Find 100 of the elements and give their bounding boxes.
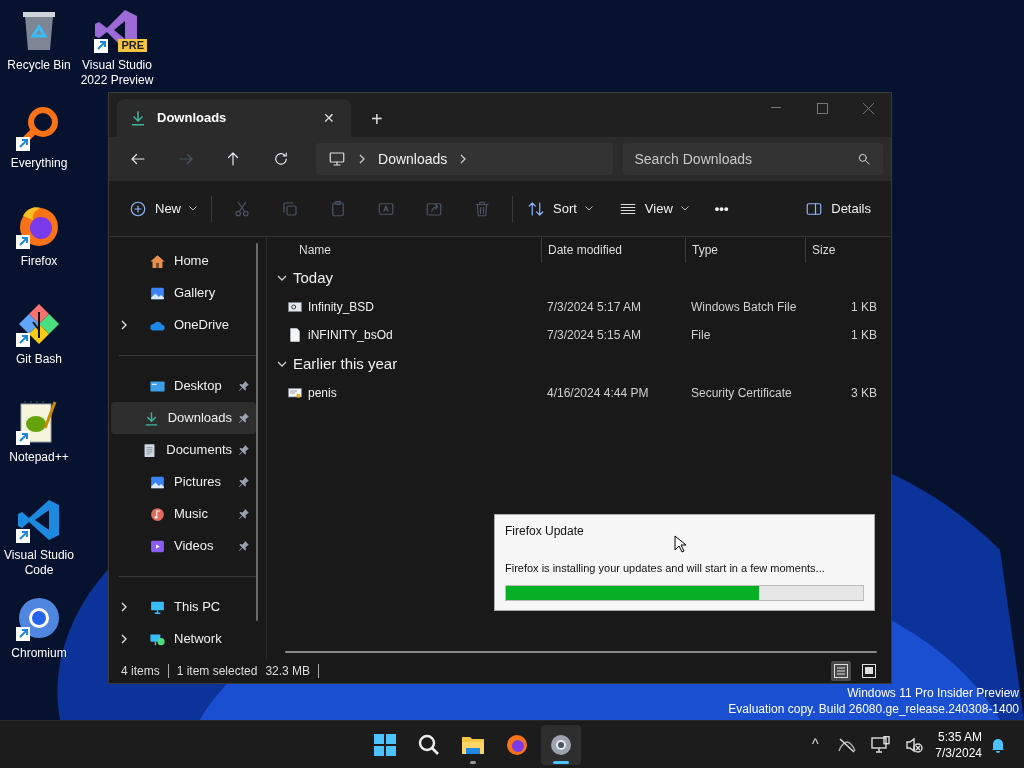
new-tab-button[interactable]: + — [367, 109, 387, 129]
music-note-icon — [149, 505, 166, 523]
desktop-icon-label[interactable]: Visual Studio 2022 Preview — [78, 58, 156, 88]
sidebar-item[interactable]: OneDrive — [111, 309, 256, 341]
desktop-icon-label[interactable]: Git Bash — [16, 352, 62, 367]
tab[interactable]: Downloads ✕ — [117, 99, 351, 137]
sidebar-item[interactable]: Desktop — [111, 370, 256, 402]
list-view-icon — [834, 664, 848, 678]
table-cell-text: 3 KB — [850, 385, 878, 402]
desktop-icon-label[interactable]: Firefox — [20, 254, 58, 269]
table-cell-text: 4/16/2024 4:44 PM — [546, 385, 650, 402]
sidebar-item[interactable]: Home — [111, 245, 256, 277]
sidebar-item[interactable]: This PC — [111, 591, 256, 623]
gear-file-icon — [287, 299, 303, 315]
sort-arrows-icon — [527, 199, 545, 218]
scissors-icon — [233, 199, 251, 218]
download-icon — [129, 109, 147, 127]
file-name: penis — [308, 385, 337, 402]
file-row[interactable]: penis 4/16/2024 4:44 PM Security Certificate 3 KB — [273, 379, 891, 407]
group-label: Earlier this year — [293, 353, 398, 374]
search-icon — [857, 152, 871, 166]
ring-globe-icon — [549, 732, 574, 757]
sidebar-item-label: OneDrive — [174, 316, 230, 335]
speaker-muted-icon — [905, 735, 924, 754]
trash-icon — [473, 199, 491, 218]
details-view-button[interactable] — [831, 661, 851, 681]
dialog-message: Firefox is installing your updates and will start in a few moments... — [505, 561, 826, 576]
copy-icon — [281, 199, 299, 218]
house-icon — [149, 252, 166, 270]
item-count: 4 items — [121, 663, 160, 680]
details-pane-button[interactable]: Details — [797, 191, 879, 226]
caret-down-icon — [189, 206, 197, 211]
taskbar-app-button[interactable] — [541, 724, 582, 765]
sidebar-item[interactable]: Videos — [111, 530, 256, 562]
caret-down-icon — [584, 206, 593, 211]
clock[interactable]: 5:35 AM 7/3/2024 — [935, 728, 982, 761]
table-cell-text: 7/3/2024 5:17 AM — [546, 299, 643, 316]
scroll-bar[interactable] — [285, 651, 877, 653]
sidebar-item[interactable]: Documents — [111, 434, 256, 466]
sort-button[interactable]: Sort — [519, 191, 601, 226]
desktop-icon-label[interactable]: Notepad++ — [9, 450, 69, 465]
sidebar-item-label: Pictures — [174, 473, 222, 492]
table-cell-text: 1 KB — [850, 327, 878, 344]
scroll-bar[interactable] — [256, 243, 258, 621]
breadcrumb[interactable]: Downloads — [378, 148, 448, 170]
monitor-icon — [871, 735, 892, 754]
column-header[interactable]: Date modified — [541, 237, 685, 263]
sidebar-item[interactable]: Music — [111, 498, 256, 530]
file-row[interactable]: Infinity_BSD 7/3/2024 5:17 AM Windows Batch File 1 KB — [273, 293, 891, 321]
column-header[interactable]: Type — [685, 237, 805, 263]
search-field[interactable]: Search Downloads — [622, 143, 883, 175]
bell-icon — [990, 736, 1006, 753]
column-header[interactable]: Size — [805, 237, 885, 263]
desktop-icon-label[interactable]: Chromium — [11, 646, 67, 661]
sidebar-item-label: Videos — [174, 537, 215, 556]
sidebar-item[interactable]: Network — [111, 623, 256, 655]
desktop-icon-label[interactable]: Visual Studio Code — [0, 548, 78, 578]
dialog-title: Firefox Update — [505, 523, 585, 540]
tab-title: Downloads — [157, 109, 228, 128]
new-button[interactable]: New — [121, 191, 205, 226]
address-bar[interactable]: Downloads — [316, 143, 613, 175]
network-off-icon — [837, 736, 858, 753]
selection-size: 32.3 MB — [265, 663, 311, 680]
tiles-view-button[interactable] — [859, 661, 879, 681]
view-button[interactable]: View — [610, 191, 697, 226]
sidebar-item-label: This PC — [174, 598, 222, 617]
sidebar-item-label: Desktop — [174, 377, 223, 396]
group-header[interactable]: Today — [273, 263, 891, 293]
show-hidden-icons-button[interactable]: ^ — [803, 729, 828, 760]
chevron-right-icon — [358, 154, 367, 164]
table-cell-text: File — [690, 327, 712, 344]
preview-badge: PRE — [118, 39, 147, 52]
mouse-pointer-icon — [674, 535, 686, 553]
plus-circle-icon — [129, 199, 147, 218]
close-icon — [862, 102, 874, 114]
sidebar-item[interactable]: Gallery — [111, 277, 256, 309]
file-row[interactable]: iNFINITY_bsOd 7/3/2024 5:15 AM File 1 KB — [273, 321, 891, 349]
sidebar-item-label: Home — [174, 252, 210, 271]
chevron-down-icon — [277, 273, 287, 283]
watermark-text: Evaluation copy. Build 26080.ge_release.240308-1400 — [728, 701, 1019, 717]
sidebar-item-label: Gallery — [174, 284, 217, 303]
group-label: Today — [293, 267, 334, 288]
sidebar-item[interactable]: Downloads — [111, 402, 256, 434]
sidebar-item-label: Music — [174, 505, 209, 524]
desktop-icon-label[interactable]: Recycle Bin — [7, 58, 71, 73]
chevron-down-icon — [277, 359, 287, 369]
group-header[interactable]: Earlier this year — [273, 349, 891, 379]
date-text: 7/3/2024 — [935, 744, 982, 761]
more-options-button[interactable]: ••• — [704, 191, 739, 226]
certificate-icon — [287, 385, 303, 401]
table-cell-text: Windows Batch File — [690, 299, 798, 316]
table-cell-text: 1 KB — [850, 299, 878, 316]
close-tab-button[interactable]: ✕ — [319, 107, 339, 129]
sidebar-item[interactable]: Pictures — [111, 466, 256, 498]
desktop-icon-label[interactable]: Everything — [10, 156, 68, 171]
clipboard-icon — [329, 199, 347, 218]
column-header[interactable]: Name — [273, 237, 541, 263]
caret-down-icon — [680, 206, 689, 211]
large-icons-view-icon — [862, 664, 876, 678]
file-icon — [287, 327, 303, 343]
